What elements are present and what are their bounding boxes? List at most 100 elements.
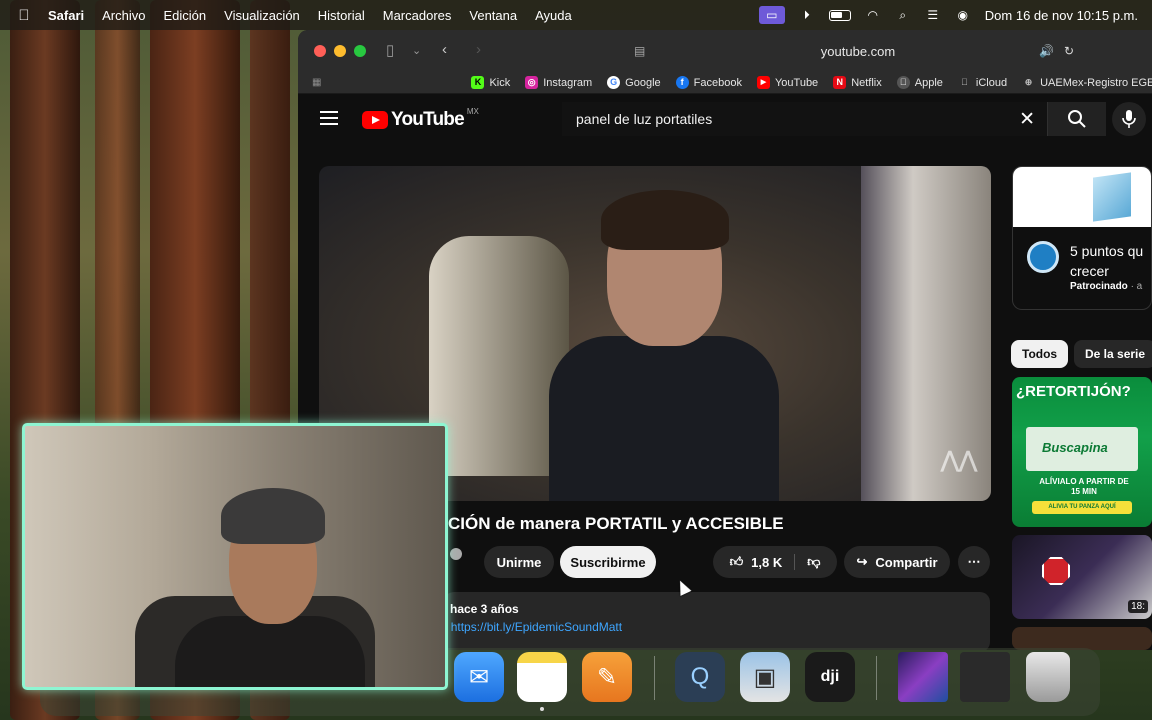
dock-mail[interactable]: ✉: [454, 652, 504, 702]
menu-bar:  Safari Archivo Edición Visualización H…: [0, 0, 1152, 30]
mail-icon: ✉: [468, 663, 490, 691]
dock-recent-window-1[interactable]: [898, 652, 948, 702]
description-link[interactable]: https://bit.ly/EpidemicSoundMatt: [451, 620, 622, 634]
pages-pen-icon: ✎: [596, 663, 618, 691]
thumbs-down-icon: 👎︎: [807, 554, 821, 569]
menu-archivo[interactable]: Archivo: [93, 8, 154, 23]
window-controls: [314, 45, 366, 57]
recommended-thumbnail-video[interactable]: 18:: [1012, 535, 1152, 619]
ad-image: [1013, 167, 1151, 227]
search-query[interactable]: panel de luz portatiles: [576, 111, 712, 127]
dock-quicktime[interactable]: Q: [675, 652, 725, 702]
chip-de-la-serie[interactable]: De la serie: [1074, 340, 1152, 368]
dock-recent-window-2[interactable]: [960, 652, 1010, 702]
video-title: CIÓN de manera PORTATIL y ACCESIBLE: [448, 514, 784, 533]
icloud-icon: : [958, 76, 971, 89]
control-center-icon[interactable]: ☰: [925, 7, 941, 23]
chevron-down-icon[interactable]: ⌄: [412, 44, 421, 57]
dji-icon: dji: [820, 668, 840, 685]
speaker-icon[interactable]: 🔊: [1039, 44, 1054, 58]
thumbnail-subtitle: ALÍVIALO A PARTIR DE 15 MIN: [1039, 477, 1129, 496]
menu-clock[interactable]: Dom 16 de nov 10:15 p.m.: [985, 8, 1138, 23]
like-button[interactable]: 👍︎ 1,8 K: [730, 554, 796, 570]
recommended-thumbnail-partial[interactable]: [1012, 627, 1152, 650]
dock-notes[interactable]: [517, 652, 567, 711]
channel-watermark-icon[interactable]: ⋀⋀: [941, 447, 977, 473]
menu-ayuda[interactable]: Ayuda: [526, 8, 581, 23]
dock-pages[interactable]: ✎: [582, 652, 632, 702]
kick-icon: K: [471, 76, 485, 89]
close-window-button[interactable]: [314, 45, 326, 57]
recommended-thumbnail-ad[interactable]: ¿RETORTIJÓN? Buscapina ALÍVIALO A PARTIR…: [1012, 377, 1152, 527]
hamburger-menu-icon[interactable]: [320, 111, 338, 129]
spotlight-search-icon[interactable]: ⌕: [895, 7, 911, 23]
voice-search-button[interactable]: [1112, 102, 1146, 136]
apps-grid-icon[interactable]: ▦: [312, 77, 321, 88]
screen-mirroring-icon[interactable]: ▭: [758, 6, 785, 24]
menu-app-name[interactable]: Safari: [48, 8, 93, 23]
verified-badge-icon: [450, 548, 462, 560]
menu-ventana[interactable]: Ventana: [460, 8, 526, 23]
siri-icon[interactable]: ◉: [955, 7, 971, 23]
join-button[interactable]: Unirme: [484, 546, 554, 578]
address-bar[interactable]: ▤ youtube.com 🔊 ↻: [628, 38, 1088, 64]
microphone-icon: [1122, 110, 1136, 128]
like-dislike-group: 👍︎ 1,8 K 👎︎: [713, 546, 837, 578]
forward-arrow-icon[interactable]: ›: [476, 41, 481, 58]
youtube-logo[interactable]: YouTube MX: [362, 106, 479, 131]
instagram-icon: ◎: [525, 76, 539, 89]
wifi-icon[interactable]: ◠: [865, 7, 881, 23]
bookmarks-bar: ▦ K Kick ◎ Instagram G Google f Facebook ▶ Yo…: [298, 72, 1152, 94]
bookmark-instagram[interactable]: ◎ Instagram: [525, 76, 592, 89]
now-playing-icon[interactable]: ⏵: [799, 7, 815, 23]
bookmark-uaemex[interactable]: ⊕ UAEMex-Registro EGEL: [1022, 76, 1152, 89]
video-presenter: [549, 190, 779, 501]
sidebar-toggle-icon[interactable]: ▯: [386, 41, 394, 59]
battery-icon[interactable]: [828, 9, 851, 21]
region-code: MX: [466, 106, 479, 116]
bookmark-youtube[interactable]: ▶ YouTube: [756, 76, 818, 89]
search-input[interactable]: panel de luz portatiles ✕: [562, 102, 1048, 136]
reload-icon[interactable]: ↻: [1064, 44, 1074, 58]
page-menu-icon[interactable]: ▤: [634, 44, 645, 58]
menu-visualizacion[interactable]: Visualización: [215, 8, 309, 23]
zoom-window-button[interactable]: [354, 45, 366, 57]
search-button[interactable]: [1048, 102, 1106, 136]
bookmark-facebook[interactable]: f Facebook: [675, 76, 742, 89]
back-arrow-icon[interactable]: ‹: [442, 41, 447, 58]
youtube-play-icon: [362, 111, 388, 129]
quicktime-icon: Q: [690, 663, 710, 690]
menu-historial[interactable]: Historial: [309, 8, 374, 23]
video-duration: 18:: [1128, 600, 1148, 613]
share-button[interactable]: ↪ Compartir: [844, 546, 950, 578]
menu-edicion[interactable]: Edición: [155, 8, 216, 23]
dislike-button[interactable]: 👎︎: [795, 554, 820, 570]
subscribe-button[interactable]: Suscribirme: [560, 546, 656, 578]
thumbnail-cta: ALIVIA TU PANZA AQUÍ: [1032, 501, 1132, 514]
browser-toolbar: ▯ ⌄ ‹ › ▤ youtube.com 🔊 ↻: [298, 30, 1152, 72]
description-box[interactable]: hace 3 años : https://bit.ly/EpidemicSou…: [444, 592, 990, 650]
menu-marcadores[interactable]: Marcadores: [374, 8, 461, 23]
dock-trash[interactable]: [1026, 652, 1070, 702]
thumbnail-headline: ¿RETORTIJÓN?: [1016, 383, 1131, 400]
address-url[interactable]: youtube.com: [821, 44, 895, 59]
bookmark-google[interactable]: G Google: [607, 76, 661, 89]
chip-todos[interactable]: Todos: [1011, 340, 1069, 368]
youtube-icon: ▶: [756, 76, 770, 89]
clear-search-icon[interactable]: ✕: [1019, 108, 1035, 131]
more-actions-button[interactable]: ⋯: [958, 546, 990, 578]
like-count: 1,8 K: [751, 554, 783, 570]
minimize-window-button[interactable]: [334, 45, 346, 57]
stop-sign-icon: [1042, 557, 1070, 585]
bookmark-apple[interactable]: Apple: [896, 76, 943, 89]
bookmark-kick[interactable]: K Kick: [471, 76, 510, 89]
apple-menu-icon[interactable]: : [0, 7, 48, 24]
dock-dji[interactable]: dji: [805, 652, 855, 702]
facebook-icon: f: [675, 76, 689, 89]
thumbnail-brand: Buscapina: [1042, 440, 1108, 455]
bookmark-icloud[interactable]: iCloud: [958, 76, 1007, 89]
sponsored-ad-card[interactable]: 5 puntos qu crecer Patrocinado · a: [1012, 166, 1152, 310]
dock-preview[interactable]: ▣: [740, 652, 790, 702]
bookmark-netflix[interactable]: N Netflix: [833, 76, 882, 89]
preview-icon: ▣: [753, 663, 777, 691]
